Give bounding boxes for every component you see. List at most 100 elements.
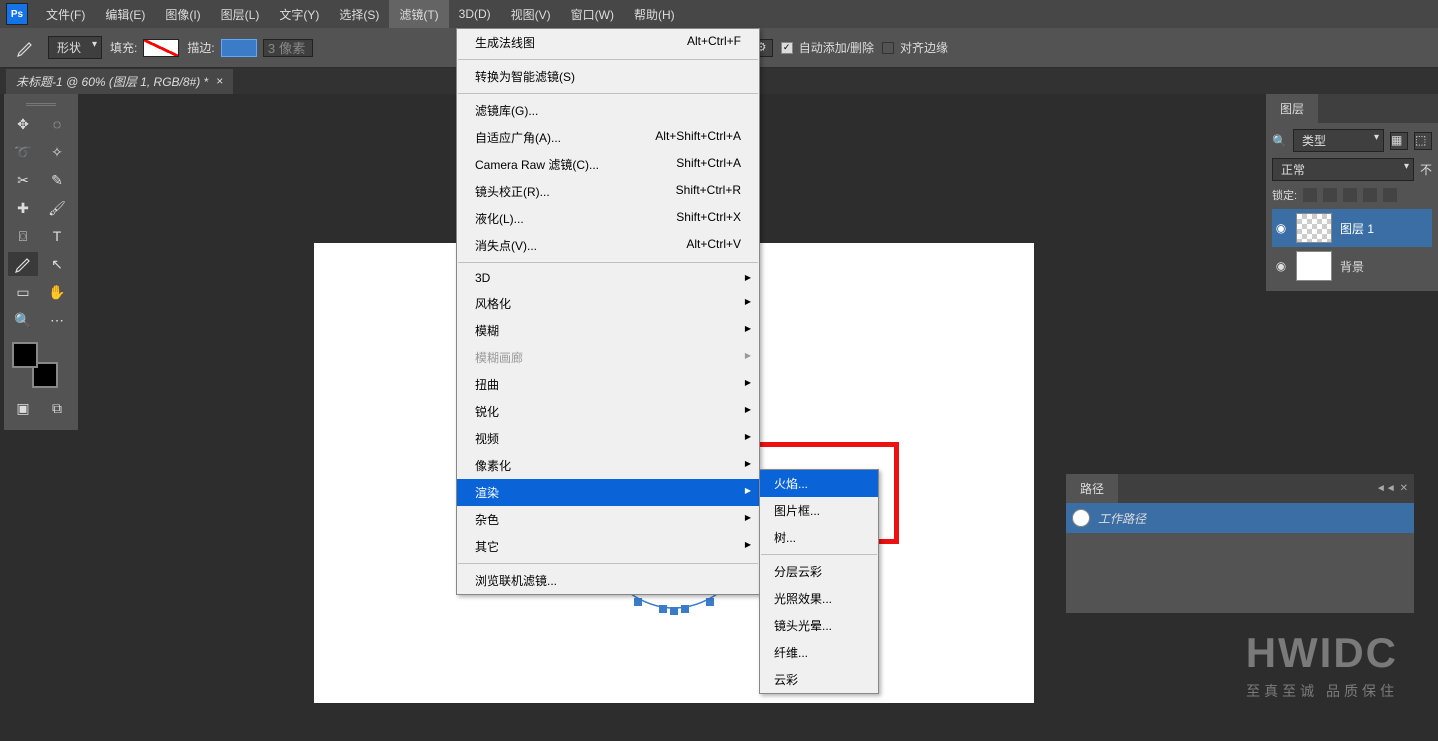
menu-item-pixelate[interactable]: 像素化 xyxy=(457,452,759,479)
path-name: 工作路径 xyxy=(1098,510,1146,527)
lasso-tool-icon[interactable]: ➰ xyxy=(8,140,38,164)
menu-item-liquify[interactable]: 液化(L)... Shift+Ctrl+X xyxy=(457,205,759,232)
menu-item-label: Camera Raw 滤镜(C)... xyxy=(475,156,599,173)
hand-tool-icon[interactable]: ✋ xyxy=(42,280,72,304)
visibility-icon[interactable]: ◉ xyxy=(1274,221,1288,235)
paths-tab[interactable]: 路径 xyxy=(1066,474,1118,503)
shape-tool-icon[interactable]: ▭ xyxy=(8,280,38,304)
blend-mode-dropdown[interactable]: 正常 xyxy=(1272,158,1414,181)
fill-swatch[interactable] xyxy=(143,39,179,57)
menu-3d[interactable]: 3D(D) xyxy=(449,0,501,28)
stroke-width-input[interactable] xyxy=(263,39,313,57)
eyedropper-tool-icon[interactable]: ✎ xyxy=(42,168,72,192)
menu-filter[interactable]: 滤镜(T) xyxy=(389,0,448,28)
menu-item-lens-correction[interactable]: 镜头校正(R)... Shift+Ctrl+R xyxy=(457,178,759,205)
type-tool-icon[interactable]: T xyxy=(42,224,72,248)
zoom-tool-icon[interactable]: 🔍 xyxy=(8,308,38,332)
search-icon: 🔍 xyxy=(1272,134,1287,148)
submenu-item-flame[interactable]: 火焰... xyxy=(760,470,878,497)
menu-item-blur[interactable]: 模糊 xyxy=(457,317,759,344)
magic-wand-tool-icon[interactable]: ✧ xyxy=(42,140,72,164)
menu-view[interactable]: 视图(V) xyxy=(501,0,561,28)
menu-item-distort[interactable]: 扭曲 xyxy=(457,371,759,398)
extra-tool-icon[interactable]: ⋯ xyxy=(42,308,72,332)
crop-tool-icon[interactable]: ✂ xyxy=(8,168,38,192)
pen-tool-icon[interactable] xyxy=(10,36,40,60)
menu-edit[interactable]: 编辑(E) xyxy=(95,0,155,28)
menu-help[interactable]: 帮助(H) xyxy=(624,0,685,28)
menu-item-adaptive[interactable]: 自适应广角(A)... Alt+Shift+Ctrl+A xyxy=(457,124,759,151)
lock-pixels-icon[interactable] xyxy=(1323,188,1337,202)
menu-item-smart-filter[interactable]: 转换为智能滤镜(S) xyxy=(457,63,759,90)
layer-item[interactable]: ◉ 背景 xyxy=(1272,247,1432,285)
shape-mode-dropdown[interactable]: 形状 xyxy=(48,36,102,59)
foreground-color-swatch[interactable] xyxy=(12,342,38,368)
submenu-item-picture-frame[interactable]: 图片框... xyxy=(760,497,878,524)
healing-tool-icon[interactable]: ✚ xyxy=(8,196,38,220)
menu-item-normal-map[interactable]: 生成法线图 Alt+Ctrl+F xyxy=(457,29,759,56)
menu-item-shortcut: Shift+Ctrl+X xyxy=(676,210,741,227)
close-panel-icon[interactable]: ✕ xyxy=(1400,483,1408,494)
align-edges-checkbox[interactable]: 对齐边缘 xyxy=(882,39,948,56)
submenu-item-lighting[interactable]: 光照效果... xyxy=(760,585,878,612)
lock-artboard-icon[interactable] xyxy=(1383,188,1397,202)
submenu-item-diff-clouds[interactable]: 分层云彩 xyxy=(760,558,878,585)
menu-item-camera-raw[interactable]: Camera Raw 滤镜(C)... Shift+Ctrl+A xyxy=(457,151,759,178)
menu-window[interactable]: 窗口(W) xyxy=(561,0,624,28)
move-tool-icon[interactable]: ✥ xyxy=(8,112,38,136)
menu-item-render[interactable]: 渲染 火焰... 图片框... 树... 分层云彩 光照效果... 镜头光晕..… xyxy=(457,479,759,506)
path-item[interactable]: 工作路径 xyxy=(1066,503,1414,533)
layer-item[interactable]: ◉ 图层 1 xyxy=(1272,209,1432,247)
lock-all-icon[interactable] xyxy=(1303,188,1317,202)
menu-item-sharpen[interactable]: 锐化 xyxy=(457,398,759,425)
menu-image[interactable]: 图像(I) xyxy=(155,0,210,28)
menu-bar: Ps 文件(F) 编辑(E) 图像(I) 图层(L) 文字(Y) 选择(S) 滤… xyxy=(0,0,1438,28)
color-pickers[interactable] xyxy=(8,342,68,388)
lock-nested-icon[interactable] xyxy=(1363,188,1377,202)
menu-item-browse-online[interactable]: 浏览联机滤镜... xyxy=(457,567,759,594)
menu-item-vanishing-point[interactable]: 消失点(V)... Alt+Ctrl+V xyxy=(457,232,759,259)
stamp-tool-icon[interactable]: ⌼ xyxy=(8,224,38,248)
auto-add-delete-checkbox[interactable]: ✓ 自动添加/删除 xyxy=(781,39,874,56)
toolbox-grip[interactable] xyxy=(8,100,74,108)
collapse-icon[interactable]: ◄◄ xyxy=(1376,483,1396,494)
menu-item-label: 镜头校正(R)... xyxy=(475,183,550,200)
layers-tab[interactable]: 图层 xyxy=(1266,94,1318,123)
menu-item-blur-gallery[interactable]: 模糊画廊 xyxy=(457,344,759,371)
layer-thumbnail[interactable] xyxy=(1296,251,1332,281)
menu-layer[interactable]: 图层(L) xyxy=(211,0,270,28)
submenu-item-clouds[interactable]: 云彩 xyxy=(760,666,878,693)
path-thumbnail xyxy=(1072,509,1090,527)
menu-item-noise[interactable]: 杂色 xyxy=(457,506,759,533)
menu-type[interactable]: 文字(Y) xyxy=(269,0,329,28)
screenmode-tool-icon[interactable]: ⧉ xyxy=(42,396,72,420)
layer-kind-dropdown[interactable]: 类型 xyxy=(1293,129,1384,152)
marquee-tool-icon[interactable]: ◌ xyxy=(42,112,72,136)
layer-thumbnail[interactable] xyxy=(1296,213,1332,243)
menu-item-stylize[interactable]: 风格化 xyxy=(457,290,759,317)
filter-icon-1[interactable]: ▦ xyxy=(1390,132,1408,150)
filter-icon-2[interactable]: ⬚ xyxy=(1414,132,1432,150)
menu-item-other[interactable]: 其它 xyxy=(457,533,759,560)
stroke-swatch[interactable] xyxy=(221,39,257,57)
pen-tool-icon[interactable] xyxy=(8,252,38,276)
document-tab[interactable]: 未标题-1 @ 60% (图层 1, RGB/8#) * × xyxy=(6,69,233,94)
lock-position-icon[interactable] xyxy=(1343,188,1357,202)
path-select-tool-icon[interactable]: ↖ xyxy=(42,252,72,276)
close-icon[interactable]: × xyxy=(216,74,223,88)
submenu-item-fibers[interactable]: 纤维... xyxy=(760,639,878,666)
menu-item-label: 扭曲 xyxy=(475,376,499,393)
menu-item-label: 镜头光晕... xyxy=(774,617,832,634)
menu-select[interactable]: 选择(S) xyxy=(329,0,389,28)
menu-file[interactable]: 文件(F) xyxy=(36,0,95,28)
menu-separator xyxy=(458,93,758,94)
menu-item-filter-gallery[interactable]: 滤镜库(G)... xyxy=(457,97,759,124)
menu-item-3d[interactable]: 3D xyxy=(457,266,759,290)
layer-name: 背景 xyxy=(1340,258,1364,275)
visibility-icon[interactable]: ◉ xyxy=(1274,259,1288,273)
brush-tool-icon[interactable]: 🖌 xyxy=(42,196,72,220)
submenu-item-tree[interactable]: 树... xyxy=(760,524,878,551)
quickmask-tool-icon[interactable]: ▣ xyxy=(8,396,38,420)
submenu-item-lens-flare[interactable]: 镜头光晕... xyxy=(760,612,878,639)
menu-item-video[interactable]: 视频 xyxy=(457,425,759,452)
